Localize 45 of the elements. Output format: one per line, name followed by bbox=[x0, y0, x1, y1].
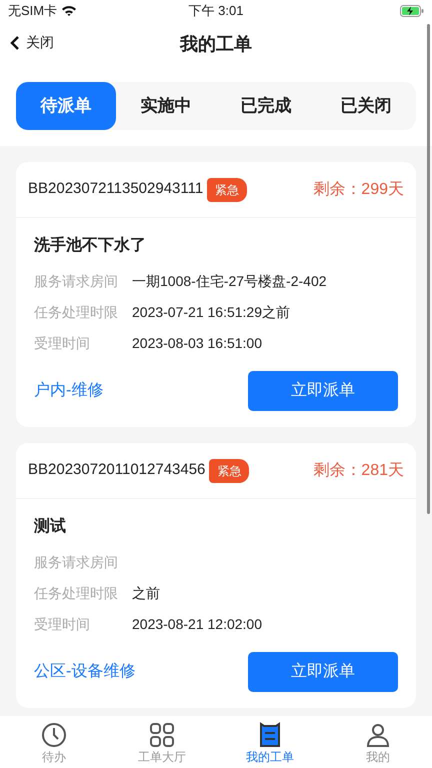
tab-bar-item[interactable]: 工单大厅 bbox=[108, 716, 216, 768]
status-tab[interactable]: 待派单 bbox=[16, 82, 116, 130]
urgent-tag: 紧急 bbox=[209, 458, 250, 482]
order-title: 洗手池不下水了 bbox=[34, 235, 147, 256]
field-value: 一期1008-住宅-27号楼盘-2-402 bbox=[132, 272, 327, 291]
field-value: 之前 bbox=[132, 584, 160, 603]
urgent-tag: 紧急 bbox=[207, 178, 248, 202]
category-link[interactable]: 户内-维修 bbox=[34, 379, 104, 403]
field-label: 任务处理时限 bbox=[34, 584, 119, 603]
carrier-text: 无SIM卡 bbox=[8, 2, 58, 20]
field-label: 受理时间 bbox=[34, 334, 91, 353]
tab-bar-label: 我的工单 bbox=[246, 749, 294, 766]
tab-bar-item[interactable]: 我的 bbox=[324, 716, 432, 768]
status-tab[interactable]: 已关闭 bbox=[316, 82, 416, 130]
back-button[interactable]: 关闭 bbox=[10, 32, 54, 53]
clock-icon bbox=[41, 722, 67, 748]
category-link[interactable]: 公区-设备维修 bbox=[34, 660, 136, 684]
back-chevron-icon bbox=[10, 34, 20, 50]
grid-icon bbox=[149, 722, 175, 748]
tab-bar-label: 工单大厅 bbox=[138, 749, 186, 766]
dispatch-button[interactable]: 立即派单 bbox=[248, 652, 398, 692]
clock-text: 下午 3:01 bbox=[188, 2, 244, 20]
field-value: 2023-08-21 12:02:00 bbox=[132, 615, 262, 634]
wifi-icon bbox=[61, 5, 78, 17]
tab-bar-label: 我的 bbox=[366, 749, 390, 766]
status-tab[interactable]: 实施中 bbox=[116, 82, 216, 130]
field-value: 2023-07-21 16:51:29之前 bbox=[132, 303, 290, 322]
remaining-days: 剩余：281天 bbox=[313, 458, 404, 482]
field-label: 服务请求房间 bbox=[34, 553, 119, 572]
person-icon bbox=[365, 722, 391, 748]
page-title: 我的工单 bbox=[180, 32, 252, 56]
tab-bar-label: 待办 bbox=[42, 749, 66, 766]
field-label: 受理时间 bbox=[34, 615, 91, 634]
tab-bar-item[interactable]: 我的工单 bbox=[216, 716, 324, 768]
field-label: 服务请求房间 bbox=[34, 272, 119, 291]
document-icon bbox=[257, 722, 283, 748]
order-number: BB2023072113502943111 bbox=[28, 179, 204, 200]
order-title: 测试 bbox=[34, 516, 67, 537]
status-tab[interactable]: 已完成 bbox=[216, 82, 316, 130]
remaining-days: 剩余：299天 bbox=[313, 178, 404, 202]
field-label: 任务处理时限 bbox=[34, 303, 119, 322]
dispatch-button[interactable]: 立即派单 bbox=[248, 371, 398, 411]
tab-bar-item[interactable]: 待办 bbox=[0, 716, 108, 768]
order-number: BB2023072011012743456 bbox=[28, 460, 206, 480]
field-value: 2023-08-03 16:51:00 bbox=[132, 334, 262, 353]
